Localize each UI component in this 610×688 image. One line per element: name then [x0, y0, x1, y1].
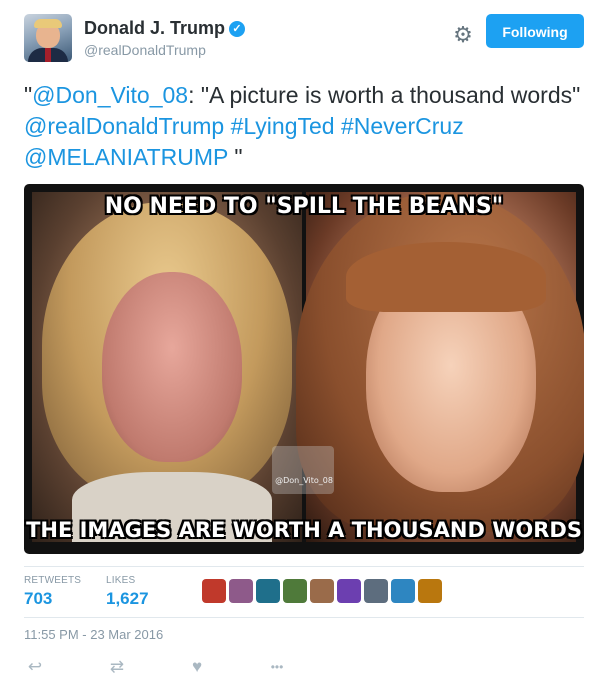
retweets-stat[interactable]: RETWEETS 703: [24, 575, 81, 609]
tweet-stats: RETWEETS 703 LIKES 1,627: [24, 566, 584, 618]
more-icon[interactable]: •••: [262, 656, 292, 678]
liker-avatar[interactable]: [229, 579, 253, 603]
media-right-panel: [296, 192, 584, 542]
left-face: [102, 272, 242, 462]
user-handle[interactable]: @realDonaldTrump: [84, 42, 206, 58]
right-bangs: [346, 242, 546, 312]
tweet-timestamp[interactable]: 11:55 PM - 23 Mar 2016: [24, 627, 163, 642]
verified-icon: ✓: [229, 21, 246, 37]
likes-label: LIKES: [106, 575, 136, 586]
tweet-header: Donald J. Trump ✓ @realDonaldTrump ⚙ Foll…: [24, 14, 584, 74]
liker-avatar[interactable]: [364, 579, 388, 603]
watermark-text: @Don_Vito_08: [275, 476, 333, 485]
tweet-text: "@Don_Vito_08: "A picture is worth a tho…: [24, 80, 590, 173]
liker-avatar[interactable]: [310, 579, 334, 603]
liker-avatar[interactable]: [418, 579, 442, 603]
tweet-text-segment: ": [227, 144, 243, 170]
tweet-text-segment: : "A picture is worth a thousand words": [188, 82, 581, 108]
avatar[interactable]: [24, 14, 72, 62]
tweet-media-image[interactable]: @Don_Vito_08 NO NEED TO "SPILL THE BEANS…: [24, 184, 584, 554]
tweet-actions: ↩ ⇄ ♥ •••: [24, 656, 584, 678]
retweet-icon[interactable]: ⇄: [106, 656, 128, 678]
liker-avatar[interactable]: [256, 579, 280, 603]
following-button[interactable]: Following: [486, 14, 584, 48]
liker-avatar[interactable]: [391, 579, 415, 603]
liker-avatar[interactable]: [337, 579, 361, 603]
likes-count[interactable]: 1,627: [106, 589, 149, 609]
media-caption-top: NO NEED TO "SPILL THE BEANS": [104, 194, 504, 219]
user-name-text[interactable]: Donald J. Trump: [84, 18, 225, 38]
likes-stat[interactable]: LIKES 1,627: [106, 575, 149, 609]
like-icon[interactable]: ♥: [186, 656, 208, 678]
tweet-text-segment: ": [24, 82, 33, 108]
retweets-label: RETWEETS: [24, 575, 82, 586]
avatar-hair: [34, 19, 62, 28]
watermark-logo: [272, 446, 334, 494]
media-caption-bottom: THE IMAGES ARE WORTH A THOUSAND WORDS: [26, 518, 582, 542]
tweet-link[interactable]: @MELANIATRUMP: [24, 144, 228, 170]
tweet-link[interactable]: #LyingTed: [231, 113, 335, 139]
reply-icon[interactable]: ↩: [24, 656, 46, 678]
user-name[interactable]: Donald J. Trump ✓: [84, 18, 246, 39]
avatar-tie: [45, 48, 51, 62]
media-left-panel: [32, 192, 302, 542]
tweet-link[interactable]: #NeverCruz: [341, 113, 464, 139]
liker-avatar[interactable]: [283, 579, 307, 603]
retweets-count[interactable]: 703: [24, 589, 81, 609]
tweet-link[interactable]: @Don_Vito_08: [32, 82, 188, 108]
gear-icon[interactable]: ⚙: [452, 24, 474, 46]
tweet-link[interactable]: @realDonaldTrump: [24, 113, 224, 139]
liker-avatar[interactable]: [202, 579, 226, 603]
